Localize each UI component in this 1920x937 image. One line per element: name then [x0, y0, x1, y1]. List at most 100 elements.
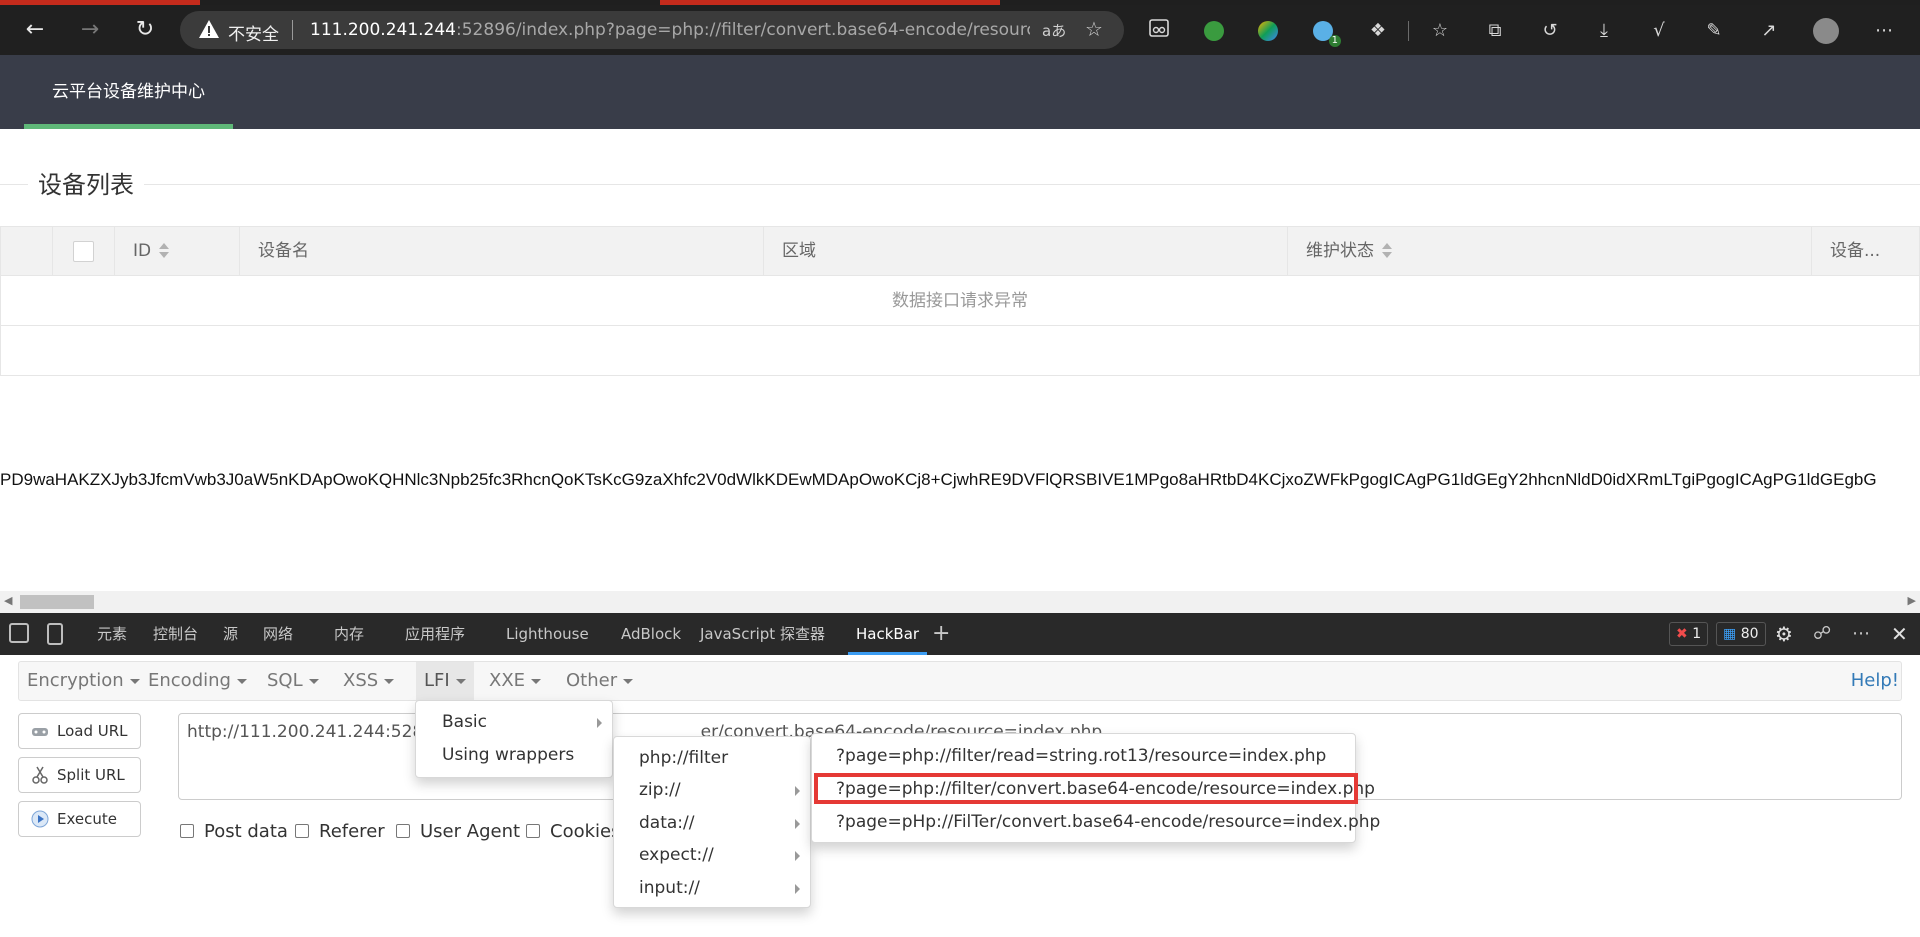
- option-referer[interactable]: Referer: [295, 821, 385, 843]
- submenu-arrow-icon: [795, 884, 800, 894]
- immersive-reader-icon[interactable]: [1145, 17, 1173, 45]
- checkbox[interactable]: [180, 824, 194, 838]
- web-capture-icon[interactable]: ✎: [1700, 17, 1728, 45]
- favorites-icon[interactable]: ☆: [1426, 17, 1454, 45]
- horizontal-scrollbar[interactable]: ◀ ▶: [0, 591, 1920, 613]
- sort-icon[interactable]: [1382, 243, 1392, 259]
- load-url-button[interactable]: Load URL: [18, 713, 141, 749]
- filter-item-rot13[interactable]: ?page=php://filter/read=string.rot13/res…: [812, 740, 1355, 772]
- settings-gear-icon[interactable]: ⚙: [1775, 613, 1793, 655]
- toolbar-divider: [1408, 21, 1409, 41]
- scroll-right-icon[interactable]: ▶: [1908, 594, 1916, 607]
- column-device-more[interactable]: 设备...: [1812, 227, 1919, 276]
- read-aloud-icon[interactable]: aあ: [1042, 20, 1066, 41]
- devtools-tab-application[interactable]: 应用程序: [405, 613, 465, 655]
- error-count-badge[interactable]: ✖ 1: [1669, 622, 1709, 646]
- devtools-tab-elements[interactable]: 元素: [97, 613, 127, 655]
- downloads-icon[interactable]: ⤓: [1590, 17, 1618, 45]
- button-label: Execute: [57, 810, 117, 828]
- menu-encryption[interactable]: Encryption: [19, 662, 148, 700]
- menu-xss[interactable]: XSS: [335, 662, 402, 700]
- item-label: data://: [639, 813, 695, 833]
- devtools-tab-sources[interactable]: 源: [223, 613, 238, 655]
- table-header-spacer: [1, 227, 53, 276]
- connect-device-icon[interactable]: ☍: [1813, 613, 1831, 655]
- lfi-item-basic[interactable]: Basic: [416, 706, 612, 738]
- menu-label: XXE: [489, 670, 526, 691]
- extension-green-icon[interactable]: [1200, 17, 1228, 45]
- message-count-badge[interactable]: ▦ 80: [1716, 622, 1766, 646]
- wrapper-item-zip[interactable]: zip://: [614, 774, 810, 806]
- menu-label: Encoding: [148, 670, 231, 691]
- url-text[interactable]: 111.200.241.244:52896/index.php?page=php…: [310, 20, 1030, 40]
- option-post-data[interactable]: Post data: [180, 821, 288, 843]
- menu-lfi[interactable]: LFI: [416, 662, 474, 700]
- menu-label: SQL: [267, 670, 303, 691]
- checkbox[interactable]: [526, 824, 540, 838]
- site-brand[interactable]: 云平台设备维护中心: [24, 55, 233, 129]
- wrapper-item-data[interactable]: data://: [614, 807, 810, 839]
- more-menu-icon[interactable]: ⋯: [1870, 17, 1898, 45]
- column-maintenance-status[interactable]: 维护状态: [1288, 227, 1812, 276]
- column-label: 设备名: [258, 241, 309, 261]
- devtools-tab-hackbar[interactable]: HackBar: [847, 613, 928, 655]
- option-label: Post data: [204, 821, 288, 842]
- column-label: 维护状态: [1306, 241, 1374, 261]
- lfi-item-using-wrappers[interactable]: Using wrappers: [416, 739, 612, 771]
- sort-icon[interactable]: [159, 243, 170, 259]
- site-nav: 云平台设备维护中心: [0, 55, 1920, 129]
- wrapper-item-input[interactable]: input://: [614, 872, 810, 904]
- warning-icon[interactable]: [198, 18, 220, 40]
- math-solver-icon[interactable]: √: [1645, 17, 1673, 45]
- wrapper-item-php-filter[interactable]: php://filter: [614, 742, 810, 774]
- devtools-tab-memory[interactable]: 内存: [334, 613, 364, 655]
- column-label: 区域: [782, 241, 816, 261]
- extension-globe-icon[interactable]: 1: [1309, 17, 1341, 47]
- history-icon[interactable]: ↺: [1536, 17, 1564, 45]
- collections-icon[interactable]: ⧉: [1481, 17, 1509, 45]
- column-device-name[interactable]: 设备名: [240, 227, 764, 276]
- profile-avatar[interactable]: [1812, 17, 1840, 45]
- column-label: ID: [133, 241, 152, 261]
- add-favorite-icon[interactable]: ☆: [1085, 17, 1103, 41]
- add-tab-icon[interactable]: +: [932, 613, 950, 655]
- checkbox[interactable]: [295, 824, 309, 838]
- device-emulation-icon[interactable]: [47, 623, 63, 645]
- execute-button[interactable]: Execute: [18, 801, 141, 837]
- menu-xxe[interactable]: XXE: [481, 662, 549, 700]
- option-user-agent[interactable]: User Agent: [396, 821, 520, 843]
- column-region[interactable]: 区域: [764, 227, 1288, 276]
- devtools-tab-lighthouse[interactable]: Lighthouse: [506, 613, 589, 655]
- help-link[interactable]: Help!: [1851, 662, 1901, 700]
- wrapper-item-expect[interactable]: expect://: [614, 839, 810, 871]
- devtools-more-icon[interactable]: ⋯: [1852, 613, 1870, 655]
- scroll-thumb[interactable]: [20, 595, 94, 609]
- column-id[interactable]: ID: [115, 227, 240, 276]
- address-bar[interactable]: 不安全 111.200.241.244:52896/index.php?page…: [180, 11, 1124, 49]
- filter-item-base64-mixed-case[interactable]: ?page=pHp://FilTer/convert.base64-encode…: [812, 806, 1380, 838]
- extension-color-icon[interactable]: [1254, 17, 1282, 45]
- inspect-element-icon[interactable]: [9, 623, 29, 643]
- menu-encoding[interactable]: Encoding: [140, 662, 255, 700]
- devtools-tab-js-profiler[interactable]: JavaScript 探查器: [700, 613, 825, 655]
- option-cookies[interactable]: Cookies: [526, 821, 620, 843]
- forward-icon[interactable]: →: [73, 13, 107, 47]
- table-header: ID 设备名 区域 维护状态 设备...: [1, 227, 1919, 276]
- extensions-icon[interactable]: ❖: [1364, 17, 1392, 45]
- devtools-tab-network[interactable]: 网络: [263, 613, 293, 655]
- back-icon[interactable]: ←: [18, 13, 52, 47]
- menu-other[interactable]: Other: [558, 662, 641, 700]
- share-icon[interactable]: ↗: [1755, 17, 1783, 45]
- menu-sql[interactable]: SQL: [259, 662, 327, 700]
- split-url-button[interactable]: Split URL: [18, 757, 141, 793]
- checkbox[interactable]: [396, 824, 410, 838]
- devtools-tab-adblock[interactable]: AdBlock: [621, 613, 681, 655]
- extension-badge: 1: [1328, 35, 1341, 47]
- close-devtools-icon[interactable]: ✕: [1891, 613, 1908, 655]
- insecure-label[interactable]: 不安全: [228, 20, 279, 45]
- refresh-icon[interactable]: ↻: [128, 13, 162, 47]
- devtools-tab-console[interactable]: 控制台: [153, 613, 198, 655]
- scroll-left-icon[interactable]: ◀: [4, 594, 12, 607]
- item-label: php://filter: [639, 748, 729, 768]
- select-all-checkbox[interactable]: [73, 241, 94, 262]
